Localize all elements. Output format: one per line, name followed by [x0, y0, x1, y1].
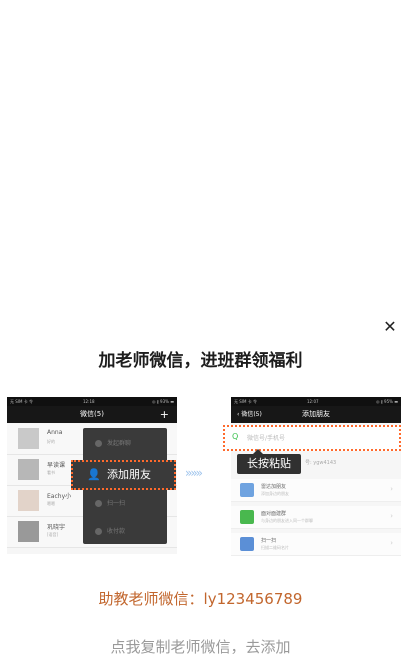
- avatar: [18, 490, 39, 511]
- avatar: [18, 428, 39, 449]
- scan-icon: [240, 537, 254, 551]
- radar-icon: [240, 483, 254, 497]
- payment-icon: [95, 528, 102, 535]
- back-button: ‹ 微信(5): [237, 411, 262, 418]
- chevron-right-icon: ›: [390, 485, 393, 493]
- add-friend-icon: 👤: [87, 468, 101, 481]
- plus-icon: +: [159, 408, 169, 421]
- chat-bubble-icon: [95, 440, 102, 447]
- option-scan: 扫一扫 扫描二维码名片 ›: [231, 533, 401, 556]
- search-field-highlight: Q 微信号/手机号: [223, 425, 401, 451]
- menu-item-scan: 扫一扫: [95, 498, 125, 507]
- wechat-menu-screenshot: 无 SIM 卡 令 12:18 ◎ ∦ 93% ▬ 微信(5) + Anna 好…: [7, 397, 177, 554]
- arrow-icon: »»»: [185, 466, 203, 480]
- dialog-title: 加老师微信，进班群领福利: [98, 351, 303, 371]
- status-bar: 无 SIM 卡 令 12:07 ◎ ∦ 95% ▬: [231, 397, 401, 406]
- copy-wechat-button[interactable]: 点我复制老师微信，去添加: [0, 636, 401, 657]
- chevron-right-icon: ›: [390, 512, 393, 520]
- menu-item-group-chat: 发起群聊: [95, 438, 131, 447]
- menu-item-add-friend-highlight: 👤 添加朋友: [71, 460, 176, 490]
- scan-icon: [95, 500, 102, 507]
- close-icon[interactable]: ✕: [382, 318, 398, 336]
- option-radar: 雷达加朋友 添加身边的朋友 ›: [231, 479, 401, 502]
- nav-title: 微信(5): [80, 410, 104, 418]
- group-icon: [240, 510, 254, 524]
- assistant-wechat-id: 助教老师微信：ly123456789: [98, 590, 303, 608]
- nav-title: 添加朋友: [302, 410, 330, 418]
- menu-item-payment: 收付款: [95, 526, 125, 535]
- option-face-to-face: 面对面建群 与身边的朋友进入同一个群聊 ›: [231, 506, 401, 529]
- nav-bar: ‹ 微信(5) 添加朋友: [231, 406, 401, 423]
- avatar: [18, 521, 39, 542]
- chevron-right-icon: ›: [390, 539, 393, 547]
- my-wechat-id: 号: ygw4143: [305, 460, 337, 466]
- nav-bar: 微信(5) +: [7, 406, 177, 423]
- paste-tooltip: 长按粘贴: [237, 449, 301, 474]
- search-icon: Q: [232, 432, 239, 441]
- add-friend-screenshot: 无 SIM 卡 令 12:07 ◎ ∦ 95% ▬ ‹ 微信(5) 添加朋友 Q…: [223, 397, 401, 556]
- status-bar: 无 SIM 卡 令 12:18 ◎ ∦ 93% ▬: [7, 397, 177, 406]
- avatar: [18, 459, 39, 480]
